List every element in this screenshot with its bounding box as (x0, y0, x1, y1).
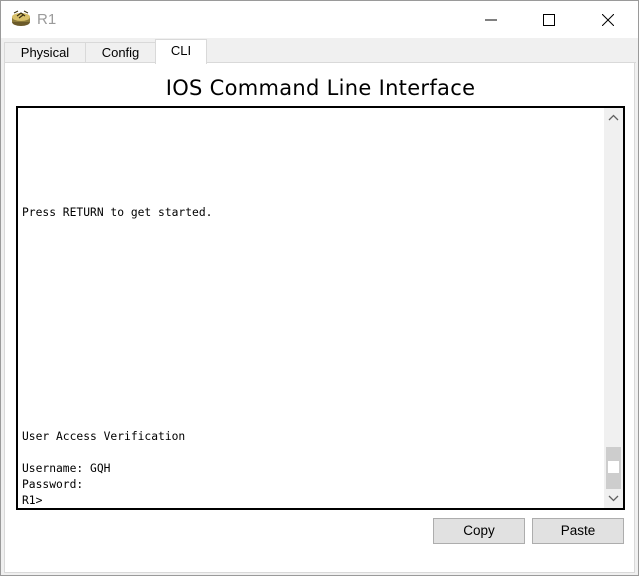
close-icon (602, 13, 614, 26)
chevron-up-icon (608, 114, 619, 121)
close-button[interactable] (585, 1, 631, 38)
page-title: IOS Command Line Interface (165, 76, 476, 100)
terminal-prompt: R1> (22, 494, 43, 507)
tab-cli[interactable]: CLI (155, 39, 207, 64)
app-window: R1 Physical Config CLI IOS Command Line … (0, 0, 639, 576)
tab-physical[interactable]: Physical (4, 42, 86, 62)
scroll-up-button[interactable] (604, 108, 623, 127)
terminal-output[interactable]: Press RETURN to get started. User Access… (22, 108, 602, 508)
terminal-line: User Access Verification (22, 430, 186, 443)
vertical-scrollbar[interactable] (604, 108, 623, 508)
title-bar[interactable]: R1 (1, 1, 638, 38)
scroll-down-button[interactable] (604, 489, 623, 508)
paste-button[interactable]: Paste (532, 518, 624, 544)
terminal-console[interactable]: Press RETURN to get started. User Access… (16, 106, 625, 510)
minimize-icon (485, 19, 497, 20)
terminal-line: Press RETURN to get started. (22, 206, 213, 219)
scroll-thumb-grip (608, 461, 619, 473)
tab-config[interactable]: Config (85, 42, 156, 62)
cli-panel: IOS Command Line Interface Press RETURN … (4, 63, 635, 573)
copy-button[interactable]: Copy (433, 518, 525, 544)
maximize-icon (543, 13, 555, 26)
router-icon (10, 10, 32, 28)
terminal-line: Username: GQH (22, 462, 111, 475)
tab-bar: Physical Config CLI (1, 38, 638, 64)
window-title: R1 (37, 11, 57, 28)
chevron-down-icon (608, 495, 619, 502)
terminal-line: Password: (22, 478, 84, 491)
maximize-button[interactable] (526, 1, 572, 38)
scroll-thumb[interactable] (606, 447, 621, 489)
minimize-button[interactable] (468, 1, 514, 38)
